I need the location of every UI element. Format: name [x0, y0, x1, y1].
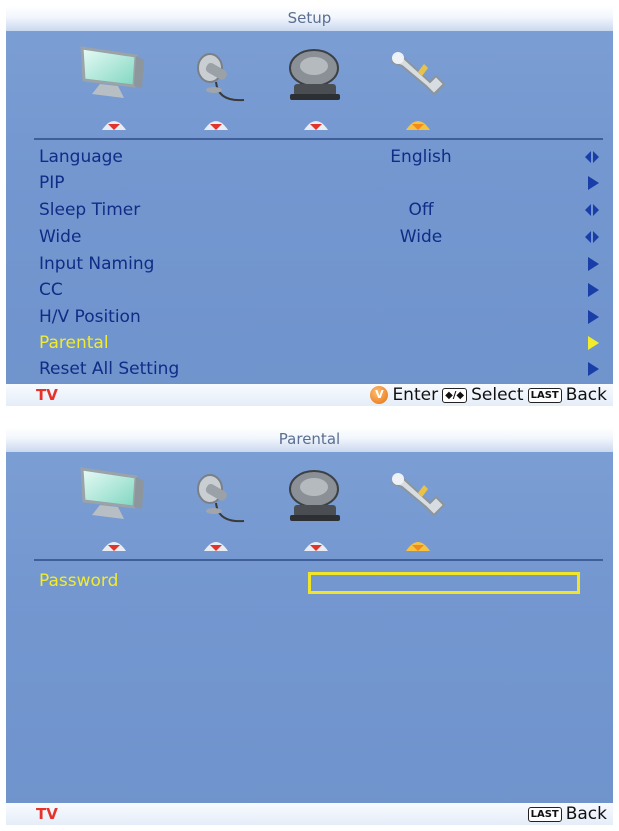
enter-hint: Enter — [392, 385, 439, 405]
category-icon-row — [6, 463, 613, 555]
footer-bar: TV LAST Back — [6, 803, 613, 825]
tab-marker-audio — [202, 537, 230, 553]
menu-item-hv-position[interactable]: H/V Position — [6, 304, 613, 330]
right-arrow-icon — [588, 362, 599, 376]
tab-marker-picture — [100, 116, 128, 132]
footer-hints: LAST Back — [527, 804, 607, 824]
password-label: Password — [39, 571, 119, 591]
menu-item-label: PIP — [39, 173, 65, 193]
password-input[interactable] — [308, 572, 580, 594]
menu-title: Setup — [6, 6, 613, 31]
menu-item-reset-all-setting[interactable]: Reset All Setting — [6, 356, 613, 382]
menu-item-sleep-timer[interactable]: Sleep Timer Off — [6, 197, 613, 223]
menu-title: Parental — [6, 427, 613, 452]
menu-item-label: Input Naming — [39, 254, 155, 274]
satellite-dish-icon[interactable] — [176, 463, 256, 533]
left-right-arrow-icon — [585, 231, 599, 243]
footer-bar: TV V Enter ◆/◆ Select LAST Back — [6, 384, 613, 406]
select-key-icon: ◆/◆ — [442, 387, 468, 403]
wrench-icon[interactable] — [378, 463, 458, 533]
menu-item-parental[interactable]: Parental — [6, 330, 613, 356]
left-right-arrow-icon — [585, 204, 599, 216]
wrench-icon[interactable] — [378, 42, 458, 112]
setup-menu-panel: Setup Language English PIP Sleep Timer O… — [6, 6, 613, 406]
menu-item-language[interactable]: Language English — [6, 144, 613, 170]
menu-item-cc[interactable]: CC — [6, 277, 613, 303]
last-key-icon: LAST — [527, 387, 562, 403]
satellite-dish-icon[interactable] — [176, 42, 256, 112]
right-arrow-icon — [588, 336, 599, 350]
tab-marker-audio — [202, 116, 230, 132]
category-icon-row — [6, 42, 613, 134]
last-key-icon: LAST — [527, 806, 562, 822]
menu-item-label: CC — [39, 280, 63, 300]
menu-item-value: English — [390, 147, 452, 167]
menu-item-pip[interactable]: PIP — [6, 170, 613, 196]
tab-marker-tv — [302, 537, 330, 553]
left-right-arrow-icon — [585, 151, 599, 163]
menu-item-value: Wide — [399, 227, 443, 247]
menu-item-value: Off — [408, 200, 434, 220]
menu-item-label: Wide — [39, 227, 82, 247]
tab-marker-setup-active — [404, 116, 432, 132]
menu-item-input-naming[interactable]: Input Naming — [6, 251, 613, 277]
right-arrow-icon — [588, 257, 599, 271]
right-arrow-icon — [588, 283, 599, 297]
menu-item-wide[interactable]: Wide Wide — [6, 224, 613, 250]
separator-line — [34, 138, 603, 140]
right-arrow-icon — [588, 176, 599, 190]
input-source-label: TV — [36, 386, 58, 404]
menu-item-label: Sleep Timer — [39, 200, 141, 220]
menu-item-label: Reset All Setting — [39, 359, 180, 379]
back-hint: Back — [565, 804, 607, 824]
footer-hints: V Enter ◆/◆ Select LAST Back — [370, 385, 607, 405]
separator-line — [34, 559, 603, 561]
speaker-icon[interactable] — [276, 463, 356, 533]
tab-marker-picture — [100, 537, 128, 553]
tab-marker-tv — [302, 116, 330, 132]
speaker-icon[interactable] — [276, 42, 356, 112]
menu-item-label: H/V Position — [39, 307, 141, 327]
back-hint: Back — [565, 385, 607, 405]
right-arrow-icon — [588, 310, 599, 324]
select-hint: Select — [471, 385, 524, 405]
menu-item-label: Parental — [39, 333, 109, 353]
monitor-icon[interactable] — [74, 463, 154, 533]
monitor-icon[interactable] — [74, 42, 154, 112]
menu-item-label: Language — [39, 147, 123, 167]
parental-menu-panel: Parental Password TV LAST Back — [6, 427, 613, 825]
input-source-label: TV — [36, 805, 58, 823]
vizio-logo-icon: V — [370, 386, 389, 404]
tab-marker-setup-active — [404, 537, 432, 553]
